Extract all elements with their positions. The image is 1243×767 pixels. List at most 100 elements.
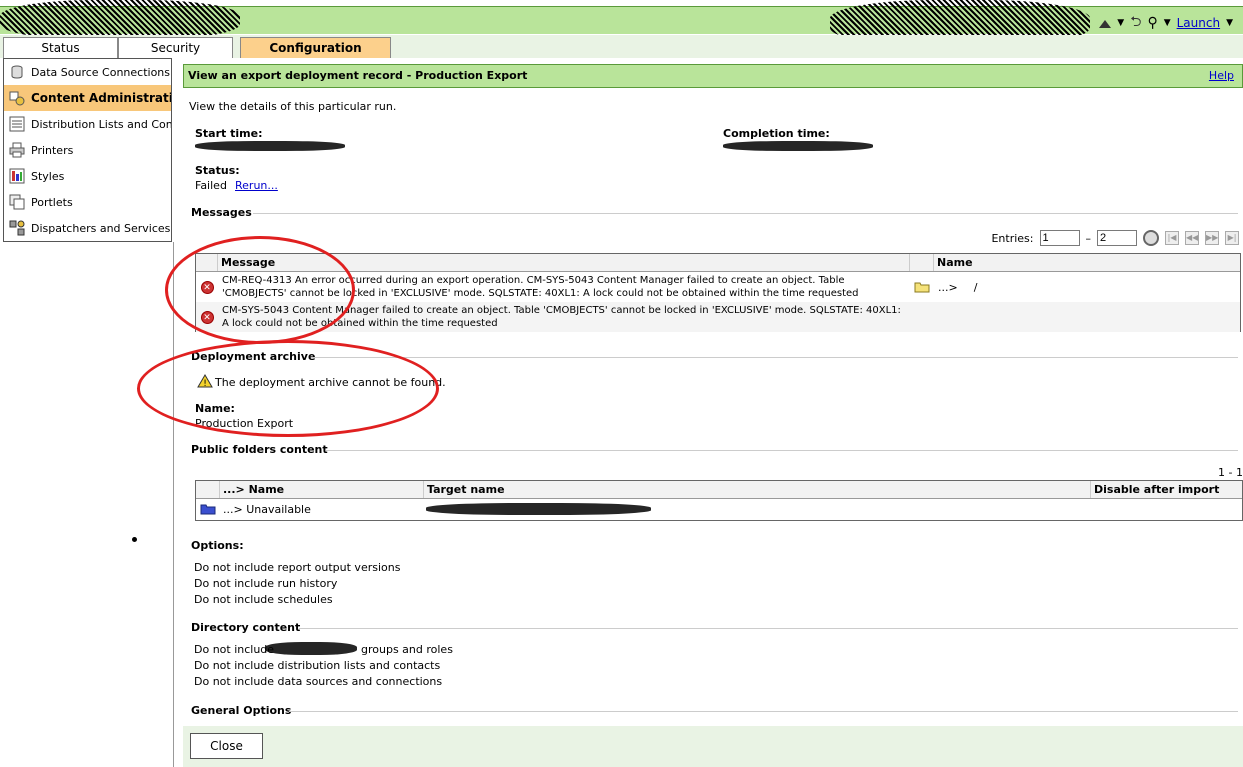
sidebar-item-dispatchers[interactable]: Dispatchers and Services xyxy=(4,215,171,241)
redaction-scribble xyxy=(265,642,357,655)
messages-section-header: Messages xyxy=(191,206,1238,219)
close-button[interactable]: Close xyxy=(190,733,263,759)
chevron-down-icon[interactable]: ▼ xyxy=(1164,18,1171,28)
message-text: CM-REQ-4313 An error occurred during an … xyxy=(222,275,859,299)
redaction-scribble xyxy=(0,0,240,40)
status-label: Status: xyxy=(195,164,240,177)
svg-text:!: ! xyxy=(203,379,207,388)
sidebar-item-portlets[interactable]: Portlets xyxy=(4,189,171,215)
tab-bar: Status Security Configuration xyxy=(0,35,1243,58)
rerun-link[interactable]: Rerun... xyxy=(235,179,278,192)
public-folders-section-header: Public folders content xyxy=(191,443,1238,456)
option-item: Do not include report output versions xyxy=(194,561,401,574)
sidebar-item-label: Data Source Connections xyxy=(31,65,171,79)
folder-blue-icon xyxy=(196,503,220,515)
tab-configuration[interactable]: Configuration xyxy=(240,37,391,58)
start-time-label: Start time: xyxy=(195,127,263,140)
page-description: View the details of this particular run. xyxy=(189,100,397,113)
header-spacer xyxy=(196,481,220,498)
first-page-icon[interactable]: |◀ xyxy=(1165,231,1179,245)
main-content: View an export deployment record - Produ… xyxy=(183,64,1243,767)
redaction-scribble xyxy=(195,141,345,151)
tab-label: Status xyxy=(41,41,80,55)
chevron-down-icon[interactable]: ▼ xyxy=(1117,18,1124,28)
help-link[interactable]: Help xyxy=(1209,65,1234,87)
sidebar-item-label: Styles xyxy=(31,169,65,183)
column-header-name: ...> Name xyxy=(220,481,424,498)
entries-label: Entries: xyxy=(991,231,1034,245)
section-rule xyxy=(289,711,1238,712)
sidebar-item-label: Content Administration xyxy=(31,91,171,105)
message-text: CM-SYS-5043 Content Manager failed to cr… xyxy=(222,305,901,329)
option-item: Do not include run history xyxy=(194,577,338,590)
sidebar-item-styles[interactable]: Styles xyxy=(4,163,171,189)
sidebar-item-label: Printers xyxy=(31,143,74,157)
styles-icon xyxy=(9,168,25,184)
archive-warning: ! The deployment archive cannot be found… xyxy=(197,374,446,391)
folder-icon xyxy=(910,272,934,302)
directory-section-header: Directory content xyxy=(191,621,1238,634)
footer-bar: Close xyxy=(183,726,1243,767)
messages-table-header: Message Name xyxy=(196,254,1240,272)
chevron-down-icon[interactable]: ▼ xyxy=(1226,18,1233,28)
back-icon[interactable]: ⮌ xyxy=(1130,11,1141,35)
sidebar-item-printers[interactable]: Printers xyxy=(4,137,171,163)
database-icon xyxy=(9,64,25,80)
user-icon[interactable]: ⚲ xyxy=(1147,15,1157,31)
message-name-cell: ...> / xyxy=(934,272,977,302)
section-rule xyxy=(299,628,1238,629)
go-icon[interactable] xyxy=(1143,230,1159,246)
directory-item: groups and roles xyxy=(361,643,453,656)
last-page-icon[interactable]: ▶| xyxy=(1225,231,1239,245)
sidebar-item-distribution-lists[interactable]: Distribution Lists and Contacts xyxy=(4,111,171,137)
top-banner: ▼ ⮌ ⚲ ▼ Launch ▼ xyxy=(0,0,1243,46)
section-title: Deployment archive xyxy=(191,350,316,363)
entries-pager: Entries: – |◀ ◀◀ ▶▶ ▶| xyxy=(991,230,1239,246)
tab-status[interactable]: Status xyxy=(3,37,118,58)
sidebar-item-data-source-connections[interactable]: Data Source Connections xyxy=(4,59,171,85)
entries-from-input[interactable] xyxy=(1039,230,1080,246)
tab-security[interactable]: Security xyxy=(118,37,233,58)
portlets-icon xyxy=(9,194,25,210)
column-header-name: Name xyxy=(937,256,973,269)
folder-name[interactable]: ...> Unavailable xyxy=(220,503,424,516)
home-icon[interactable] xyxy=(1099,18,1112,28)
prev-page-icon[interactable]: ◀◀ xyxy=(1185,231,1199,245)
tab-label: Configuration xyxy=(269,41,362,55)
header-spacer xyxy=(910,254,934,271)
archive-name-label: Name: xyxy=(195,402,235,415)
sidebar-item-content-administration[interactable]: Content Administration xyxy=(4,85,171,111)
section-rule xyxy=(311,357,1238,358)
section-title: Public folders content xyxy=(191,443,328,456)
stray-dot xyxy=(132,537,137,542)
page-title: View an export deployment record - Produ… xyxy=(188,69,528,82)
section-rule xyxy=(326,450,1238,451)
tab-label: Security xyxy=(150,41,201,55)
directory-item: Do not include distribution lists and co… xyxy=(194,659,441,672)
section-title: General Options xyxy=(191,704,292,717)
public-folders-pager: 1 - 1 xyxy=(1218,466,1243,479)
distribution-list-icon xyxy=(9,116,25,132)
entries-to-input[interactable] xyxy=(1097,230,1137,246)
section-title: Messages xyxy=(191,206,252,219)
top-actions: ▼ ⮌ ⚲ ▼ Launch ▼ xyxy=(1099,11,1233,35)
warning-icon: ! xyxy=(197,374,213,391)
printer-icon xyxy=(9,142,25,158)
redaction-scribble xyxy=(426,503,651,515)
entries-dash: – xyxy=(1085,231,1092,245)
sidebar-divider xyxy=(173,242,174,767)
directory-item: Do not include data sources and connecti… xyxy=(194,675,443,688)
option-item: Do not include schedules xyxy=(194,593,333,606)
sidebar-item-label: Dispatchers and Services xyxy=(31,221,171,235)
general-section-header: General Options xyxy=(191,704,1238,717)
warning-text: The deployment archive cannot be found. xyxy=(215,376,446,389)
path-prefix[interactable]: ...> xyxy=(938,281,958,294)
redaction-scribble xyxy=(723,141,873,151)
next-page-icon[interactable]: ▶▶ xyxy=(1205,231,1219,245)
launch-menu[interactable]: Launch xyxy=(1177,16,1220,30)
sidebar-item-label: Distribution Lists and Contacts xyxy=(31,117,171,131)
message-name: / xyxy=(973,280,978,294)
section-rule xyxy=(253,213,1238,214)
section-title: Options: xyxy=(191,539,244,552)
public-folders-header: ...> Name Target name Disable after impo… xyxy=(196,481,1242,499)
